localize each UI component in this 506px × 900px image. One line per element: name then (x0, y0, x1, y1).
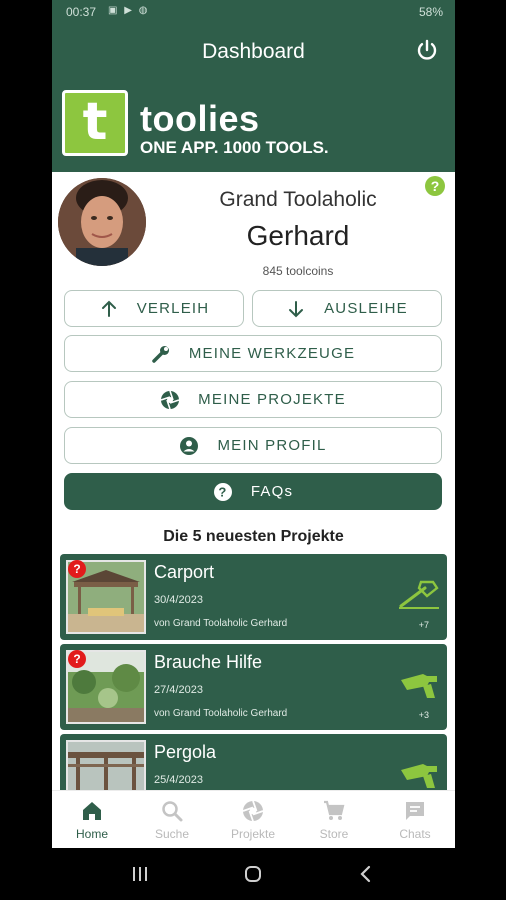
verleih-label: VERLEIH (136, 300, 210, 317)
nav-store[interactable]: Store (294, 791, 374, 849)
nav-chats[interactable]: Chats (375, 791, 455, 849)
project-title: Pergola (154, 742, 217, 762)
app-screen: 00:37 ▣ ▶ ◍ 58% Dashboard t toolies ONE … (52, 0, 455, 900)
nav-label: Store (319, 827, 349, 841)
project-card-brauche-hilfe[interactable]: ? Brauche Hilfe 27/4/2023 von Grand Tool… (60, 644, 447, 730)
project-date: 27/4/2023 (154, 684, 203, 696)
hammer-icon (399, 580, 439, 609)
tool-count: +7 (418, 620, 429, 630)
brand-slogan: ONE APP. 1000 TOOLS. (140, 138, 329, 157)
ausleihe-button[interactable]: AUSLEIHE (252, 290, 442, 327)
nav-projekte[interactable]: Projekte (213, 791, 293, 849)
home-button-icon[interactable] (243, 864, 263, 884)
wrench-icon (152, 345, 169, 363)
toolies-logo: t (62, 90, 128, 156)
project-author: von Grand Toolaholic Gerhard (154, 618, 288, 629)
back-icon[interactable] (356, 864, 376, 884)
system-navigation-bar (0, 848, 506, 900)
tool-count: +3 (418, 710, 429, 720)
avatar[interactable] (58, 178, 146, 266)
bottom-navigation: Home Suche Projekte Store Chats (52, 790, 455, 848)
meine-projekte-button[interactable]: MEINE PROJEKTE (64, 381, 442, 418)
home-icon (83, 802, 101, 820)
project-date: 25/4/2023 (154, 774, 203, 786)
nav-label: Projekte (230, 827, 276, 841)
toolcoins-count: 845 toolcoins (262, 264, 334, 278)
project-author: von Grand Toolaholic Gerhard (154, 708, 288, 719)
ausleihe-label: AUSLEIHE (324, 300, 408, 317)
status-time: 00:37 (66, 5, 97, 19)
brand-banner: t toolies ONE APP. 1000 TOOLS. (52, 84, 455, 172)
user-rank: Grand Toolaholic (219, 188, 377, 211)
aperture-icon (160, 390, 180, 409)
cart-icon (324, 800, 345, 820)
latest-projects-title: Die 5 neuesten Projekte (163, 528, 344, 545)
faqs-button[interactable]: ? FAQs (64, 473, 442, 510)
app-bar: Dashboard (52, 24, 455, 84)
user-name: Gerhard (246, 220, 350, 251)
power-icon[interactable] (415, 38, 439, 62)
project-title: Carport (154, 562, 215, 582)
svg-text:?: ? (218, 484, 227, 499)
project-date: 30/4/2023 (154, 594, 203, 606)
mein-profil-button[interactable]: MEIN PROFIL (64, 427, 442, 464)
chat-icon (406, 802, 424, 820)
battery-percent: 58% (418, 5, 443, 19)
nailgun-icon (401, 764, 437, 788)
search-icon (162, 801, 183, 822)
arrow-down-icon (289, 300, 304, 317)
help-circle-icon: ? (213, 482, 232, 501)
nailgun-icon (401, 674, 437, 698)
project-card-carport[interactable]: ? Carport 30/4/2023 von Grand Toolaholic… (60, 554, 447, 640)
status-bar: 00:37 ▣ ▶ ◍ 58% (52, 0, 455, 24)
page-title: Dashboard (202, 40, 305, 63)
mein-profil-label: MEIN PROFIL (217, 437, 327, 454)
notification-icons: ▣ ▶ ◍ (108, 5, 150, 16)
faqs-label: FAQs (250, 483, 294, 500)
aperture-icon (242, 800, 264, 822)
meine-werkzeuge-label: MEINE WERKZEUGE (188, 345, 356, 362)
nav-home[interactable]: Home (52, 791, 132, 849)
nav-label: Home (75, 827, 108, 841)
help-needed-badge: ? (68, 650, 86, 668)
account-circle-icon (180, 436, 199, 455)
nav-label: Suche (154, 827, 190, 841)
help-icon[interactable]: ? (425, 176, 445, 196)
brand-name: toolies (140, 98, 260, 139)
nav-label: Chats (399, 827, 431, 841)
meine-werkzeuge-button[interactable]: MEINE WERKZEUGE (64, 335, 442, 372)
logo-letter: t (82, 92, 108, 152)
arrow-up-icon (101, 300, 116, 317)
recent-apps-icon[interactable] (130, 864, 150, 884)
verleih-button[interactable]: VERLEIH (64, 290, 244, 327)
help-needed-badge: ? (68, 560, 86, 578)
profile-section: Grand Toolaholic Gerhard 845 toolcoins ? (52, 172, 455, 282)
nav-suche[interactable]: Suche (132, 791, 212, 849)
project-title: Brauche Hilfe (154, 652, 263, 672)
meine-projekte-label: MEINE PROJEKTE (198, 391, 346, 408)
